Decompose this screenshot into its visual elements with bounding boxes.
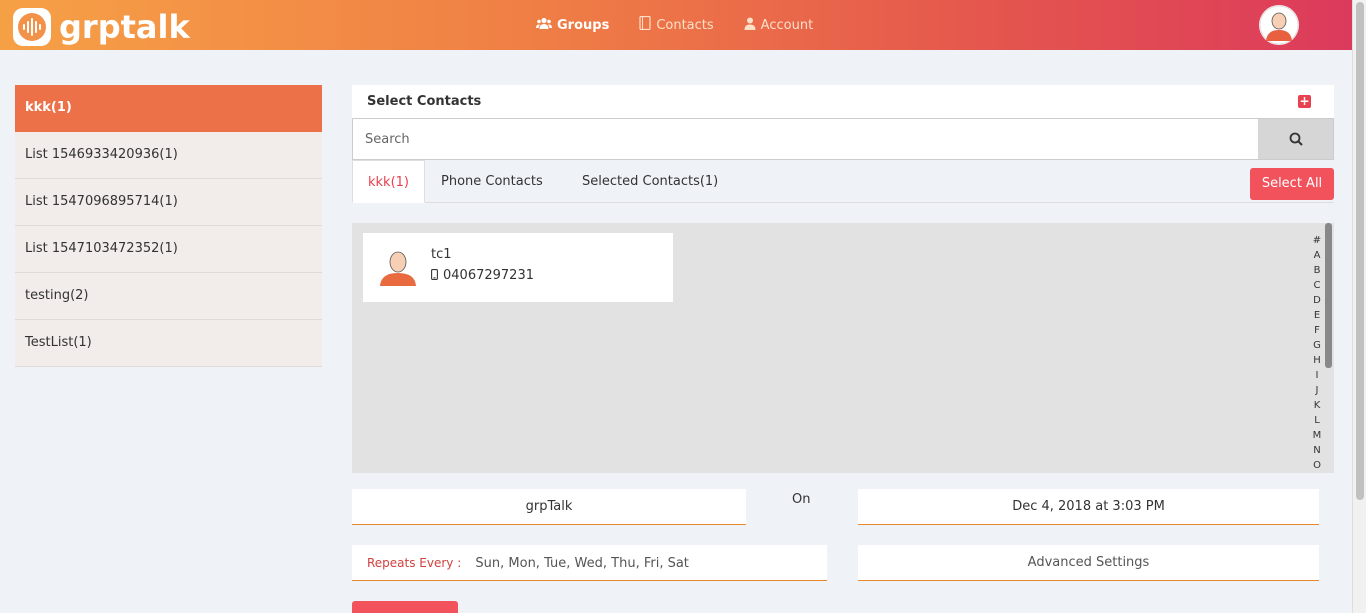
advanced-settings-button[interactable]: Advanced Settings bbox=[858, 545, 1319, 581]
alphabet-index-letter[interactable]: A bbox=[1310, 248, 1324, 263]
repeats-label: Repeats Every : bbox=[367, 556, 462, 570]
sidebar-item-list-1547103472352[interactable]: List 1547103472352(1) bbox=[15, 226, 322, 273]
alphabet-index-letter[interactable]: O bbox=[1310, 458, 1324, 473]
nav-account-label: Account bbox=[760, 17, 814, 33]
alphabet-index-letter[interactable]: E bbox=[1310, 308, 1324, 323]
search-bar bbox=[352, 118, 1334, 160]
alphabet-index-letter[interactable]: M bbox=[1310, 428, 1324, 443]
alphabet-index-letter[interactable]: G bbox=[1310, 338, 1324, 353]
contact-phone-number: 04067297231 bbox=[443, 268, 534, 283]
alphabet-index: # A B C D E F G H I J K L M N O bbox=[1310, 233, 1324, 473]
sidebar-item-kkk[interactable]: kkk(1) bbox=[15, 85, 322, 132]
mobile-icon bbox=[431, 268, 438, 283]
alphabet-index-letter[interactable]: K bbox=[1310, 398, 1324, 413]
tab-kkk[interactable]: kkk(1) bbox=[352, 160, 425, 203]
alphabet-index-letter[interactable]: L bbox=[1310, 413, 1324, 428]
group-list-sidebar: kkk(1) List 1546933420936(1) List 154709… bbox=[15, 85, 322, 367]
contact-phone: 04067297231 bbox=[431, 268, 534, 283]
select-contacts-header: Select Contacts + bbox=[352, 85, 1334, 118]
contacts-scrollbar[interactable] bbox=[1325, 223, 1332, 368]
tab-phone-contacts[interactable]: Phone Contacts bbox=[441, 160, 543, 203]
alphabet-index-letter[interactable]: D bbox=[1310, 293, 1324, 308]
select-all-button[interactable]: Select All bbox=[1250, 168, 1334, 200]
app-name: grptalk bbox=[59, 8, 190, 46]
sidebar-item-testing[interactable]: testing(2) bbox=[15, 273, 322, 320]
sidebar-item-list-1546933420936[interactable]: List 1546933420936(1) bbox=[15, 132, 322, 179]
add-contact-icon[interactable]: + bbox=[1298, 95, 1311, 108]
contact-card[interactable]: tc1 04067297231 bbox=[363, 233, 673, 302]
alphabet-index-letter[interactable]: C bbox=[1310, 278, 1324, 293]
tab-selected-contacts[interactable]: Selected Contacts(1) bbox=[582, 160, 718, 203]
sidebar-item-list-1547096895714[interactable]: List 1547096895714(1) bbox=[15, 179, 322, 226]
contacts-list: tc1 04067297231 # A B C D E F G H I J K L M N O bbox=[352, 223, 1334, 473]
nav-groups[interactable]: Groups bbox=[536, 17, 609, 34]
top-header: grptalk Groups Contacts Account bbox=[0, 0, 1352, 50]
alphabet-index-letter[interactable]: N bbox=[1310, 443, 1324, 458]
main-nav: Groups Contacts Account bbox=[536, 0, 843, 50]
nav-contacts[interactable]: Contacts bbox=[639, 15, 714, 34]
account-icon bbox=[744, 17, 756, 34]
group-name-field[interactable]: grpTalk bbox=[352, 489, 746, 525]
contact-avatar-icon bbox=[380, 251, 416, 286]
alphabet-index-letter[interactable]: # bbox=[1310, 233, 1324, 248]
alphabet-index-letter[interactable]: H bbox=[1310, 353, 1324, 368]
datetime-field[interactable]: Dec 4, 2018 at 3:03 PM bbox=[858, 489, 1319, 525]
panel-title: Select Contacts bbox=[367, 94, 482, 109]
user-avatar[interactable] bbox=[1259, 5, 1299, 45]
contact-name: tc1 bbox=[431, 247, 452, 262]
alphabet-index-letter[interactable]: B bbox=[1310, 263, 1324, 278]
search-button[interactable] bbox=[1258, 119, 1333, 159]
groups-icon bbox=[536, 17, 552, 34]
search-icon bbox=[1289, 132, 1303, 146]
repeats-value: Sun, Mon, Tue, Wed, Thu, Fri, Sat bbox=[475, 556, 689, 571]
nav-groups-label: Groups bbox=[557, 17, 610, 33]
contacts-icon bbox=[639, 15, 651, 34]
page-scrollbar[interactable] bbox=[1352, 0, 1366, 613]
user-avatar-icon bbox=[1259, 5, 1299, 45]
repeats-field[interactable]: Repeats Every : Sun, Mon, Tue, Wed, Thu,… bbox=[352, 545, 827, 581]
nav-account[interactable]: Account bbox=[744, 17, 814, 34]
alphabet-index-letter[interactable]: F bbox=[1310, 323, 1324, 338]
sidebar-item-testlist[interactable]: TestList(1) bbox=[15, 320, 322, 367]
app-logo[interactable]: grptalk bbox=[13, 8, 190, 46]
submit-button[interactable] bbox=[352, 601, 458, 613]
logo-icon bbox=[13, 8, 51, 46]
nav-contacts-label: Contacts bbox=[656, 17, 714, 33]
on-label: On bbox=[792, 492, 811, 507]
alphabet-index-letter[interactable]: J bbox=[1310, 383, 1324, 398]
search-input[interactable] bbox=[353, 119, 1258, 159]
alphabet-index-letter[interactable]: I bbox=[1310, 368, 1324, 383]
contact-tabs: kkk(1) Phone Contacts Selected Contacts(… bbox=[352, 160, 1334, 203]
